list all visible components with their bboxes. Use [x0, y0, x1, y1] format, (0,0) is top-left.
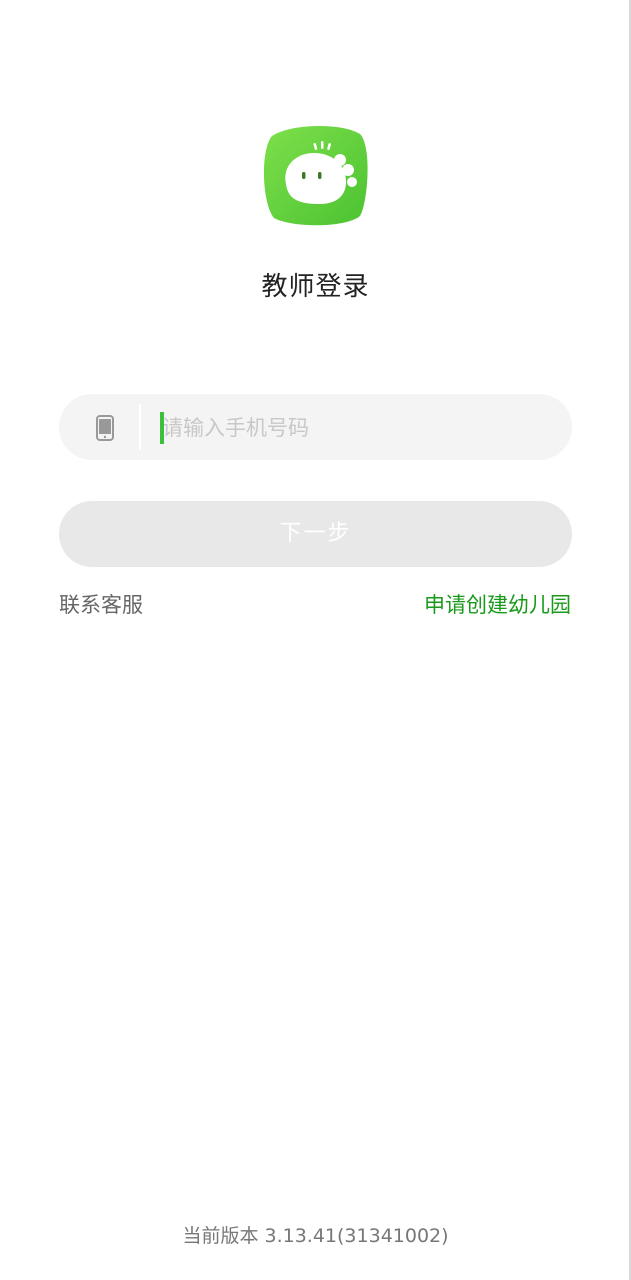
login-screen: 教师登录 下一步 联系客服 申请创建幼儿园 当前版本 3.13.41(31341… [0, 0, 631, 1280]
contact-support-link[interactable]: 联系客服 [59, 589, 143, 619]
text-cursor [160, 412, 164, 444]
apply-create-kindergarten-link[interactable]: 申请创建幼儿园 [424, 589, 571, 619]
app-logo-icon [263, 125, 368, 226]
version-text: 当前版本 3.13.41(31341002) [182, 1225, 449, 1247]
phone-icon [96, 415, 114, 441]
next-step-button[interactable]: 下一步 [59, 501, 572, 567]
phone-input[interactable] [162, 404, 552, 452]
page-title: 教师登录 [261, 272, 370, 302]
field-divider [139, 404, 141, 450]
